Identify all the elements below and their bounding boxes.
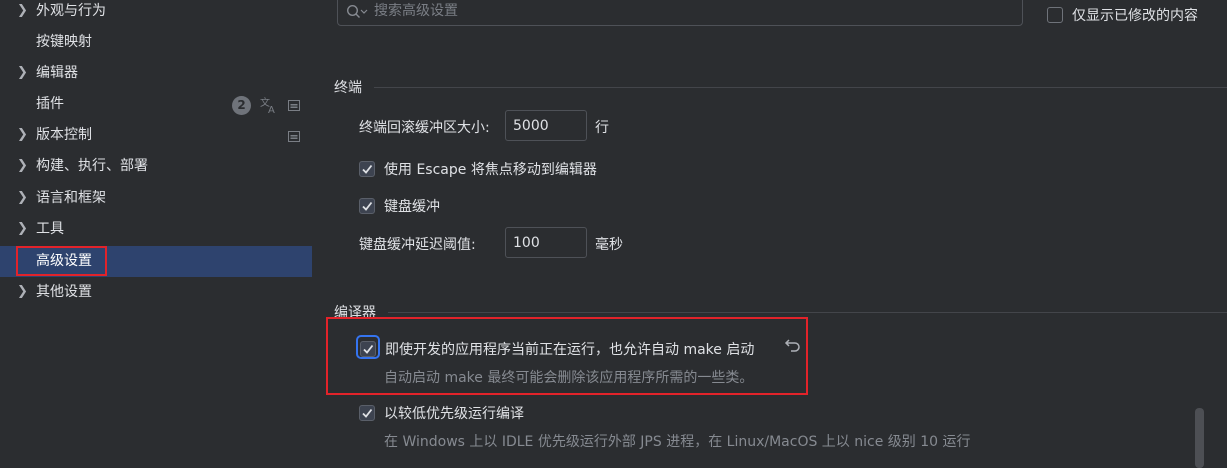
sidebar-item-label: 编辑器 [36, 65, 78, 81]
reset-icon[interactable] [784, 336, 802, 354]
sidebar-item-other-settings[interactable]: ❯ 其他设置 [0, 277, 312, 308]
escape-focus-checkbox[interactable] [359, 161, 375, 177]
checkmark-icon [363, 344, 374, 354]
escape-focus-option[interactable]: 使用 Escape 将焦点移动到编辑器 [359, 159, 597, 179]
typeahead-checkbox[interactable] [359, 198, 375, 214]
auto-make-hint: 自动启动 make 最终可能会删除该应用程序所需的一些类。 [384, 370, 754, 386]
sidebar-item-label: 按键映射 [36, 34, 92, 50]
auto-make-option[interactable]: 即使开发的应用程序当前正在运行，也允许自动 make 启动 [360, 339, 754, 359]
section-title-terminal: 终端 [334, 80, 362, 96]
checkmark-icon [362, 201, 373, 211]
sidebar-item-label: 其他设置 [36, 284, 92, 300]
sidebar-item-label: 构建、执行、部署 [36, 158, 148, 174]
svg-text:A: A [268, 105, 275, 115]
translate-icon: 文 A [260, 96, 275, 115]
section-divider [374, 87, 1227, 88]
chevron-right-icon[interactable]: ❯ [17, 65, 29, 81]
settings-page-icon [288, 100, 300, 111]
sidebar-item-label: 语言和框架 [36, 190, 106, 206]
scrollback-unit: 行 [595, 120, 609, 136]
search-input[interactable] [374, 1, 974, 21]
advanced-settings-panel: 仅显示已修改的内容 终端 终端回滚缓冲区大小: 行 使用 Escape 将焦点移… [312, 0, 1227, 468]
auto-make-checkbox[interactable] [360, 341, 376, 357]
sidebar-item-build[interactable]: ❯ 构建、执行、部署 [0, 151, 312, 182]
sidebar-item-label: 外观与行为 [36, 3, 106, 19]
typeahead-option[interactable]: 键盘缓冲 [359, 196, 440, 216]
annotation-highlight-sidebar [16, 246, 107, 276]
modified-only-label: 仅显示已修改的内容 [1072, 8, 1198, 24]
modified-only-checkbox[interactable] [1047, 7, 1063, 23]
low-priority-checkbox[interactable] [359, 405, 375, 421]
chevron-right-icon[interactable]: ❯ [17, 284, 29, 300]
typeahead-delay-input[interactable] [505, 227, 587, 258]
settings-sidebar: ❯ 外观与行为 按键映射 ❯ 编辑器 插件 ❯ 版本控制 ❯ 构建、执行、部署 … [0, 0, 312, 468]
low-priority-hint: 在 Windows 上以 IDLE 优先级运行外部 JPS 进程，在 Linux… [384, 434, 971, 450]
escape-focus-label: 使用 Escape 将焦点移动到编辑器 [384, 162, 597, 178]
scrollback-size-input[interactable] [505, 110, 587, 141]
chevron-right-icon[interactable]: ❯ [17, 190, 29, 206]
typeahead-delay-label: 键盘缓冲延迟阈值: [359, 237, 476, 253]
modified-only-toggle[interactable]: 仅显示已修改的内容 [1047, 5, 1198, 25]
chevron-right-icon[interactable]: ❯ [17, 3, 29, 19]
typeahead-delay-unit: 毫秒 [595, 237, 623, 253]
section-divider [388, 312, 1227, 313]
plugins-update-badge: 2 [232, 96, 251, 115]
sidebar-item-label: 插件 [36, 96, 64, 112]
sidebar-item-editor[interactable]: ❯ 编辑器 [0, 58, 312, 89]
scrollback-label: 终端回滚缓冲区大小: [359, 120, 490, 136]
sidebar-item-appearance[interactable]: ❯ 外观与行为 [0, 0, 312, 27]
low-priority-label: 以较低优先级运行编译 [384, 406, 524, 422]
low-priority-option[interactable]: 以较低优先级运行编译 [359, 403, 524, 423]
chevron-right-icon[interactable]: ❯ [17, 158, 29, 174]
sidebar-item-label: 工具 [36, 221, 64, 237]
sidebar-item-tools[interactable]: ❯ 工具 [0, 214, 312, 245]
chevron-right-icon[interactable]: ❯ [17, 221, 29, 237]
sidebar-item-label: 版本控制 [36, 127, 92, 143]
settings-page-icon [288, 131, 300, 142]
search-box[interactable] [337, 0, 1023, 26]
checkmark-icon [362, 408, 373, 418]
vertical-scrollbar[interactable] [1195, 408, 1204, 468]
auto-make-label: 即使开发的应用程序当前正在运行，也允许自动 make 启动 [385, 342, 755, 358]
checkmark-icon [362, 164, 373, 174]
sidebar-item-keymap[interactable]: 按键映射 [0, 27, 312, 58]
sidebar-item-languages[interactable]: ❯ 语言和框架 [0, 183, 312, 214]
chevron-right-icon[interactable]: ❯ [17, 127, 29, 143]
search-icon[interactable] [346, 4, 368, 20]
sidebar-item-vcs[interactable]: ❯ 版本控制 [0, 120, 312, 151]
typeahead-label: 键盘缓冲 [384, 199, 440, 215]
